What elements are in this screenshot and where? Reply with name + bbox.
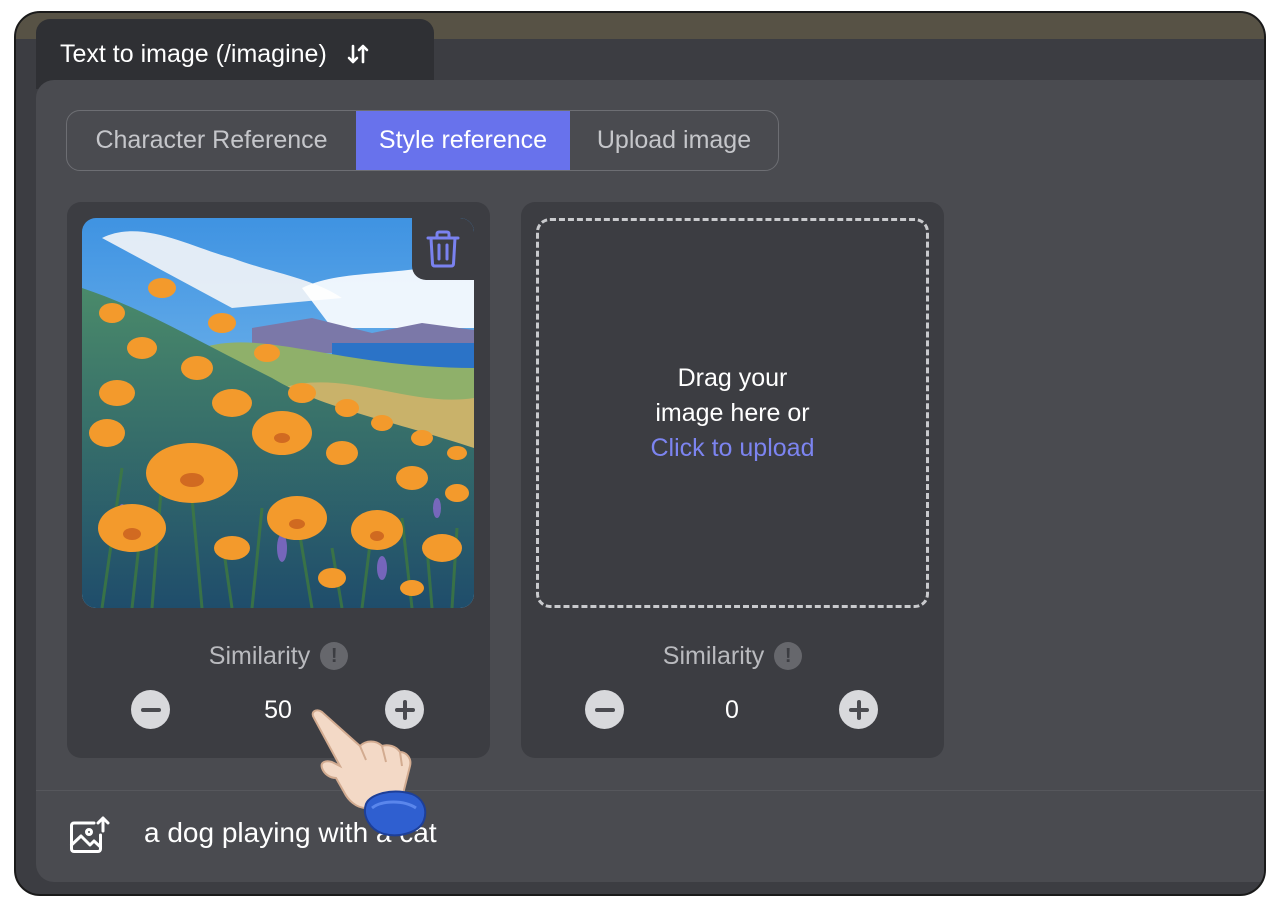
- style-reference-card: Similarity ! 50: [67, 202, 490, 758]
- decrease-button[interactable]: [131, 690, 170, 729]
- delete-button[interactable]: [412, 218, 474, 280]
- click-to-upload-link[interactable]: Click to upload: [651, 431, 815, 466]
- pointing-hand-icon: [296, 704, 436, 844]
- orange-poppy-field-painting: [82, 218, 474, 608]
- tab-style-reference[interactable]: Style reference: [356, 111, 570, 170]
- plus-icon: [848, 699, 869, 720]
- similarity-label: Similarity: [662, 641, 765, 670]
- mode-tab-label: Text to image (/imagine): [60, 39, 327, 68]
- minus-icon: [140, 707, 161, 712]
- mode-tab[interactable]: Text to image (/imagine): [36, 19, 434, 89]
- similarity-label-row: Similarity !: [521, 639, 944, 673]
- similarity-label: Similarity: [208, 641, 311, 670]
- reference-tabs: Character Reference Style reference Uplo…: [66, 110, 779, 171]
- empty-reference-card: Drag your image here or Click to upload …: [521, 202, 944, 758]
- similarity-stepper: 0: [521, 690, 944, 730]
- exclamation-info-icon[interactable]: !: [774, 642, 803, 670]
- tab-upload-image[interactable]: Upload image: [570, 111, 778, 170]
- increase-button[interactable]: [839, 690, 878, 729]
- decrease-button[interactable]: [585, 690, 624, 729]
- reference-image: [82, 218, 474, 608]
- swap-vertical-icon[interactable]: [347, 42, 369, 66]
- exclamation-info-icon[interactable]: !: [320, 642, 349, 670]
- dropzone-line-2: image here or: [655, 398, 810, 427]
- image-upload-icon[interactable]: [68, 815, 110, 855]
- main-panel: Character Reference Style reference Uplo…: [36, 80, 1264, 882]
- dropzone-line-1: Drag your: [677, 363, 788, 392]
- trash-icon: [426, 230, 460, 268]
- upload-dropzone[interactable]: Drag your image here or Click to upload: [536, 218, 929, 608]
- app-window: Text to image (/imagine) Character Refer…: [14, 11, 1266, 896]
- minus-icon: [594, 707, 615, 712]
- similarity-label-row: Similarity !: [67, 639, 490, 673]
- similarity-value: 0: [725, 695, 739, 724]
- tab-character-reference[interactable]: Character Reference: [67, 111, 356, 170]
- prompt-divider: [36, 790, 1264, 791]
